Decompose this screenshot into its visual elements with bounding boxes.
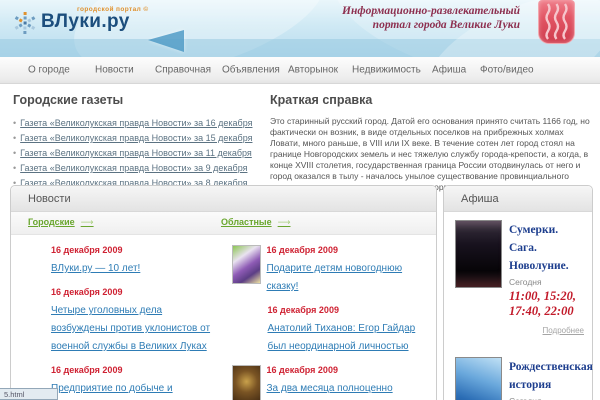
- news-item: 16 декабря 2009 Предприятие по добыче и …: [51, 365, 214, 400]
- gazette-list-item: • Газета «Великолукская правда Новости» з…: [13, 161, 261, 176]
- news-item-link[interactable]: Предприятие по добыче и переработке торф…: [51, 383, 191, 400]
- afisha-panel: Афиша Сумерки. Сага. Новолуние. Сегодня …: [443, 185, 593, 400]
- news-item: 16 декабря 2009 Анатолий Тиханов: Егор Г…: [268, 305, 431, 354]
- news-item-date: 16 декабря 2009: [267, 305, 339, 315]
- nav-item-news[interactable]: Новости: [95, 65, 134, 76]
- orthodox-icon-thumbnail[interactable]: [231, 365, 261, 400]
- logo-text: ВЛуки.ру: [41, 11, 130, 32]
- movie-title-link[interactable]: Рождественская история: [509, 361, 593, 391]
- nav-item-realestate[interactable]: Недвижимость: [352, 65, 421, 76]
- news-item-link[interactable]: Четыре уголовных дела возбуждены против …: [51, 305, 210, 352]
- christmas-carol-poster[interactable]: [455, 357, 502, 400]
- nav-item-reference[interactable]: Справочная: [155, 65, 211, 76]
- main-navigation: О городе Новости Справочная Объявления А…: [0, 57, 600, 84]
- news-panel-header: Новости: [11, 186, 436, 212]
- news-tabs: Городские ⟶ Областные ⟶: [11, 212, 436, 235]
- reference-title: Краткая справка: [270, 93, 373, 107]
- afisha-event: Рождественская история Сегодня 13:20, 20…: [444, 349, 593, 400]
- city-crest-icon: [538, 0, 575, 44]
- gazette-link[interactable]: Газета «Великолукская правда Новости» за…: [20, 163, 247, 173]
- news-item: 16 декабря 2009 Подарите детям новогодню…: [231, 245, 431, 294]
- movie-title-link[interactable]: Сумерки. Сага. Новолуние.: [509, 224, 569, 272]
- nav-item-photovideo[interactable]: Фото/видео: [480, 65, 534, 76]
- arrow-right-icon: ⟶: [80, 217, 94, 227]
- gazette-link[interactable]: Газета «Великолукская правда Новости» за…: [20, 118, 252, 128]
- news-item-date: 16 декабря 2009: [51, 365, 123, 375]
- gazette-list-item: • Газета «Великолукская правда Новости» з…: [13, 116, 261, 131]
- news-item-date: 16 декабря 2009: [266, 365, 338, 375]
- arrow-right-icon: ⟶: [277, 217, 291, 227]
- gazette-list-item: • Газета «Великолукская правда Новости» з…: [13, 146, 261, 161]
- event-day: Сегодня: [509, 396, 593, 400]
- nav-item-afisha[interactable]: Афиша: [432, 65, 466, 76]
- gazettes-title: Городские газеты: [13, 93, 124, 107]
- bullet-icon: •: [13, 118, 17, 128]
- news-item: 16 декабря 2009 За два месяца полноценно…: [231, 365, 431, 400]
- news-item: 16 декабря 2009 Четыре уголовных дела во…: [51, 287, 214, 354]
- news-item-link[interactable]: Подарите детям новогоднюю сказку!: [267, 263, 403, 292]
- news-panel: Новости Городские ⟶ Областные ⟶ 16 декабря…: [10, 185, 437, 400]
- gazette-link[interactable]: Газета «Великолукская правда Новости» за…: [20, 133, 252, 143]
- gazettes-list: • Газета «Великолукская правда Новости» з…: [13, 116, 261, 191]
- region-news-column: 16 декабря 2009 Подарите детям новогодню…: [224, 245, 437, 400]
- gazette-list-item: • Газета «Великолукская правда Новости» з…: [13, 131, 261, 146]
- event-times: 11:00, 15:20, 17:40, 22:00: [509, 289, 577, 318]
- news-item-date: 16 декабря 2009: [51, 287, 123, 297]
- news-item-link[interactable]: Анатолий Тиханов: Егор Гайдар был неорди…: [268, 323, 416, 352]
- header-decor-triangle: [148, 30, 184, 52]
- bullet-icon: •: [13, 163, 17, 173]
- page: городской портал © ВЛуки.ру Информационн…: [0, 0, 600, 400]
- tab-region-news[interactable]: Областные ⟶: [221, 217, 291, 228]
- news-item-date: 16 декабря 2009: [266, 245, 338, 255]
- site-tagline: Информационно-развлекательный портал гор…: [342, 4, 520, 32]
- news-columns: 16 декабря 2009 ВЛуки.ру — 10 лет! 16 де…: [11, 235, 436, 400]
- city-news-column: 16 декабря 2009 ВЛуки.ру — 10 лет! 16 де…: [11, 245, 224, 400]
- site-header: городской портал © ВЛуки.ру Информационн…: [0, 0, 600, 57]
- tagline-line1: Информационно-развлекательный: [342, 5, 520, 17]
- news-item: 16 декабря 2009 ВЛуки.ру — 10 лет!: [51, 245, 214, 276]
- details-link[interactable]: Подробнее: [509, 326, 585, 335]
- gazettes-section: Городские газеты • Газета «Великолукская …: [13, 93, 261, 191]
- news-item-date: 16 декабря 2009: [51, 245, 123, 255]
- news-item-link[interactable]: ВЛуки.ру — 10 лет!: [51, 263, 140, 274]
- bullet-icon: •: [13, 148, 17, 158]
- bullet-icon: •: [13, 133, 17, 143]
- afisha-event: Сумерки. Сага. Новолуние. Сегодня 11:00,…: [444, 212, 592, 335]
- event-day: Сегодня: [509, 277, 542, 287]
- afisha-panel-header: Афиша: [444, 186, 592, 212]
- snowflake-logo-icon: [13, 10, 38, 42]
- nav-item-ads[interactable]: Объявления: [222, 65, 280, 76]
- new-year-poster-thumbnail[interactable]: [231, 245, 261, 284]
- gazette-link[interactable]: Газета «Великолукская правда Новости» за…: [20, 148, 252, 158]
- news-item-link[interactable]: За два месяца полноценно исследовать ико…: [267, 383, 426, 400]
- twilight-new-moon-poster[interactable]: [455, 220, 502, 288]
- nav-item-automarket[interactable]: Авторынок: [288, 65, 338, 76]
- tagline-line2: портал города Великие Луки: [372, 19, 520, 31]
- status-bar-tooltip: 5.html: [0, 388, 58, 400]
- nav-item-about[interactable]: О городе: [28, 65, 70, 76]
- tab-city-news[interactable]: Городские ⟶: [28, 217, 94, 228]
